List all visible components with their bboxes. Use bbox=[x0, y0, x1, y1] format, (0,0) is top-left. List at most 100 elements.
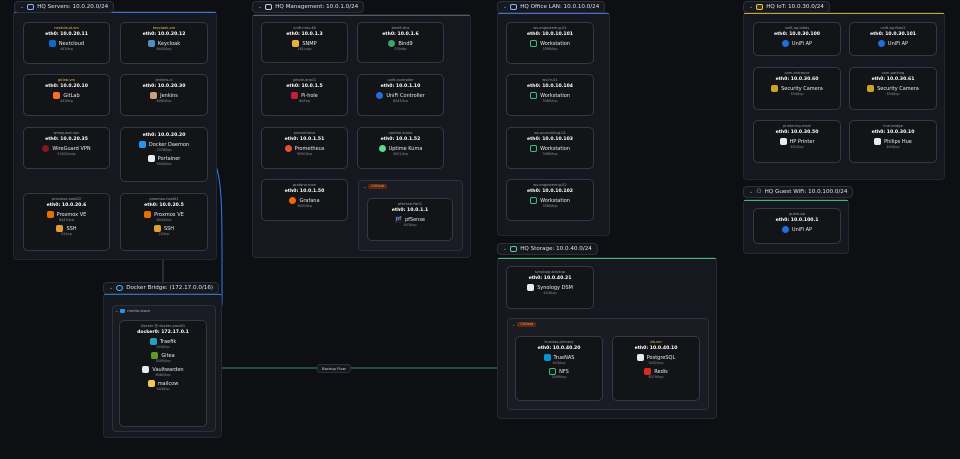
node-db-vm[interactable]: db-vm eth0: 10.0.40.10 PostgreSQL 5432/t… bbox=[612, 336, 700, 401]
node-gitlab[interactable]: gitlab-vm eth0: 10.0.20.10 GitLab 443/tc… bbox=[23, 74, 110, 116]
node-wireguard[interactable]: wireguard-vpn eth0: 10.0.20.35 WireGuard… bbox=[23, 127, 110, 169]
node-ip: eth0: 10.0.10.103 bbox=[526, 137, 574, 142]
service-port: 80/tcp bbox=[299, 99, 310, 103]
gitlab-icon bbox=[53, 92, 61, 99]
service-name: UniFi AP bbox=[887, 40, 909, 47]
truenas-icon bbox=[543, 354, 551, 361]
postgresql-icon bbox=[636, 354, 644, 361]
service-name: Workstation bbox=[540, 40, 570, 47]
group-title-iot: HQ IoT: 10.0.30.0/24 bbox=[766, 4, 824, 10]
group-tab-iot[interactable]: ⌄ HQ IoT: 10.0.30.0/24 bbox=[743, 1, 830, 13]
group-tab-office[interactable]: ⌄ HQ Office LAN: 10.0.10.0/24 bbox=[497, 1, 606, 13]
service-port: 8080/tcp bbox=[156, 99, 172, 103]
node-ws-engineering-02[interactable]: ws-engineering-02 eth0: 10.0.10.102 Work… bbox=[506, 179, 594, 221]
node-printer-hp-main[interactable]: printer-hp-main eth0: 10.0.30.50 HP Prin… bbox=[753, 120, 841, 163]
chevron-down-icon[interactable]: ⌄ bbox=[503, 246, 507, 252]
node-pfsense[interactable]: pfsense-fw01 eth0: 10.0.1.1 pf pfSense 44… bbox=[367, 198, 453, 241]
chevron-down-icon[interactable]: ⌄ bbox=[363, 184, 366, 189]
node-nextcloud[interactable]: nextcloud-vm eth0: 10.0.20.11 Nextcloud … bbox=[23, 22, 110, 64]
service-name: Bind9 bbox=[398, 40, 413, 47]
unifi-icon bbox=[376, 92, 384, 99]
service-name: GitLab bbox=[63, 92, 80, 99]
service-name: mailcow bbox=[157, 380, 179, 387]
node-unifi-controller[interactable]: unifi-controller eth0: 10.0.1.10 UniFi C… bbox=[357, 74, 444, 116]
service-name: Prometheus bbox=[294, 145, 325, 152]
chevron-down-icon[interactable]: ⌄ bbox=[20, 4, 24, 10]
chevron-down-icon[interactable]: ⌄ bbox=[258, 4, 262, 10]
service-name: Synology DSM bbox=[537, 284, 573, 291]
node-ip: eth0: 10.0.30.60 bbox=[775, 77, 819, 82]
group-tab-storage[interactable]: ⌄ HQ Storage: 10.0.40.0/24 bbox=[497, 243, 598, 255]
node-prometheus[interactable]: prometheus eth0: 10.0.1.51 Prometheus 90… bbox=[261, 127, 348, 169]
node-hue-bridge[interactable]: hue-bridge eth0: 10.0.30.10 Philips Hue … bbox=[849, 120, 937, 163]
service-name: SSH bbox=[66, 225, 77, 232]
service-port: 22/tcp bbox=[158, 232, 170, 236]
chevron-down-icon[interactable]: ⌄ bbox=[512, 322, 515, 327]
chevron-down-icon[interactable]: ⌄ bbox=[749, 189, 753, 195]
node-ip: eth0: 10.0.20.10 bbox=[45, 84, 88, 89]
service-port: 443/tcp bbox=[403, 223, 417, 227]
node-unifi-nms[interactable]: unifi-nms-48 eth0: 10.0.1.3 SNMP 161/udp bbox=[261, 22, 348, 63]
service-name: Security Camera bbox=[781, 85, 823, 92]
node-ip: eth0: 10.0.1.5 bbox=[286, 84, 323, 89]
service-name: Pi-hole bbox=[301, 92, 318, 99]
media-stack-label: media-stack bbox=[127, 308, 151, 313]
node-grafana[interactable]: grafana-mon eth0: 10.0.1.50 Grafana 3000… bbox=[261, 179, 348, 221]
nfs-drive-icon bbox=[549, 368, 557, 375]
group-tab-management[interactable]: ⌄ HQ Management: 10.0.1.0/24 bbox=[252, 1, 365, 13]
node-pihole[interactable]: pihole-dns01 eth0: 10.0.1.5 Pi-hole 80/t… bbox=[261, 74, 348, 116]
node-ip: eth0: 10.0.40.10 bbox=[634, 346, 678, 351]
chevron-down-icon[interactable]: ⌄ bbox=[503, 4, 507, 10]
node-docker-daemon[interactable]: eth0: 10.0.20.20 Docker Daemon 2376/tcp … bbox=[120, 127, 208, 182]
group-tab-servers[interactable]: ⌄ HQ Servers: 10.0.20.0/24 bbox=[14, 1, 115, 13]
group-bar-office bbox=[498, 13, 609, 14]
service-port: 6379/tcp bbox=[648, 375, 664, 379]
node-cam-parking[interactable]: cam-parking eth0: 10.0.30.61 Security Ca… bbox=[849, 67, 937, 110]
chevron-down-icon[interactable]: ⌄ bbox=[109, 285, 113, 291]
node-ws-hr-01[interactable]: ws-hr-01 eth0: 10.0.10.104 Workstation 3… bbox=[506, 74, 594, 116]
group-tab-guest[interactable]: ⌄ ⚇ HQ Guest WiFi: 10.0.100.0/24 bbox=[743, 186, 854, 198]
node-uptime-kuma[interactable]: uptime-kuma eth0: 10.0.1.52 Uptime Kuma … bbox=[357, 127, 444, 169]
node-ws-accounting-01[interactable]: ws-accounting-01 eth0: 10.0.10.103 Works… bbox=[506, 127, 594, 169]
node-ip: eth0: 10.0.30.10 bbox=[871, 130, 915, 135]
service-port: 9000/tcp bbox=[156, 162, 172, 166]
service-port: 3001/tcp bbox=[392, 152, 409, 156]
storage-drive-icon bbox=[510, 246, 518, 252]
hue-bridge-icon bbox=[874, 138, 882, 145]
node-jenkins[interactable]: jenkins-ci eth0: 10.0.20.30 Jenkins 8080… bbox=[120, 74, 208, 116]
critical-tag[interactable]: ⌄ Critical bbox=[512, 322, 536, 327]
node-proxmox-host02[interactable]: proxmox-host02 eth0: 10.0.20.6 Proxmox V… bbox=[23, 193, 110, 251]
chevron-down-icon[interactable]: ⌄ bbox=[115, 308, 118, 313]
node-ip: eth0: 10.0.1.51 bbox=[284, 137, 325, 142]
node-unifi-ap-lobby[interactable]: unifi-ap-lobby eth0: 10.0.30.100 UniFi A… bbox=[753, 22, 841, 56]
media-stack-tab[interactable]: ⌄ media-stack bbox=[115, 308, 150, 313]
node-ip: eth0: 10.0.40.20 bbox=[537, 346, 581, 351]
network-bridge-icon bbox=[116, 285, 124, 291]
node-ip: eth0: 10.0.10.101 bbox=[526, 32, 574, 37]
node-unifi-ap-floor2[interactable]: unifi-ap-floor2 eth0: 10.0.30.101 UniFi … bbox=[849, 22, 937, 56]
node-cam-entrance[interactable]: cam-entrance eth0: 10.0.30.60 Security C… bbox=[753, 67, 841, 110]
service-name: NFS bbox=[559, 368, 569, 375]
node-ip: eth0: 10.0.20.35 bbox=[45, 137, 88, 142]
node-bind9[interactable]: bind9-dns eth0: 10.0.1.6 Bind9 53/udp bbox=[357, 22, 444, 63]
node-ws-engineering-01[interactable]: ws-engineering-01 eth0: 10.0.10.101 Work… bbox=[506, 22, 594, 64]
node-truenas-primary[interactable]: truenas-primary eth0: 10.0.40.20 TrueNAS… bbox=[515, 336, 603, 401]
synology-icon bbox=[527, 284, 535, 291]
node-ip: eth0: 10.0.40.21 bbox=[528, 276, 572, 281]
node-proxmox-host01[interactable]: proxmox-host01 eth0: 10.0.20.5 Proxmox V… bbox=[120, 193, 208, 251]
node-docker-prod01[interactable]: Docker @ docker-prod01 docker0: 172.17.0… bbox=[119, 320, 207, 427]
group-tab-docker[interactable]: ⌄ Docker Bridge: (172.17.0.0/16) bbox=[103, 282, 220, 294]
chevron-down-icon[interactable]: ⌄ bbox=[749, 4, 753, 10]
service-port: 443/tcp bbox=[156, 387, 170, 391]
node-guest-ap[interactable]: guest-ap eth0: 10.0.100.1 UniFi AP bbox=[753, 208, 841, 244]
node-ip: eth0: 10.0.1.3 bbox=[286, 32, 323, 37]
node-keycloak[interactable]: keycloak-vm eth0: 10.0.20.12 Keycloak 84… bbox=[120, 22, 208, 64]
edge-label-backup-flow[interactable]: Backup Flow bbox=[317, 364, 351, 373]
terminal-icon bbox=[153, 225, 161, 232]
group-bar-docker bbox=[104, 294, 221, 295]
vaultwarden-icon bbox=[142, 366, 150, 373]
node-synology-backup[interactable]: synology-backup eth0: 10.0.40.21 Synolog… bbox=[506, 266, 594, 309]
critical-tag[interactable]: ⌄ Critical bbox=[363, 184, 387, 189]
service-port: 2376/tcp bbox=[156, 148, 172, 152]
node-ip: eth0: 10.0.30.101 bbox=[869, 32, 917, 37]
